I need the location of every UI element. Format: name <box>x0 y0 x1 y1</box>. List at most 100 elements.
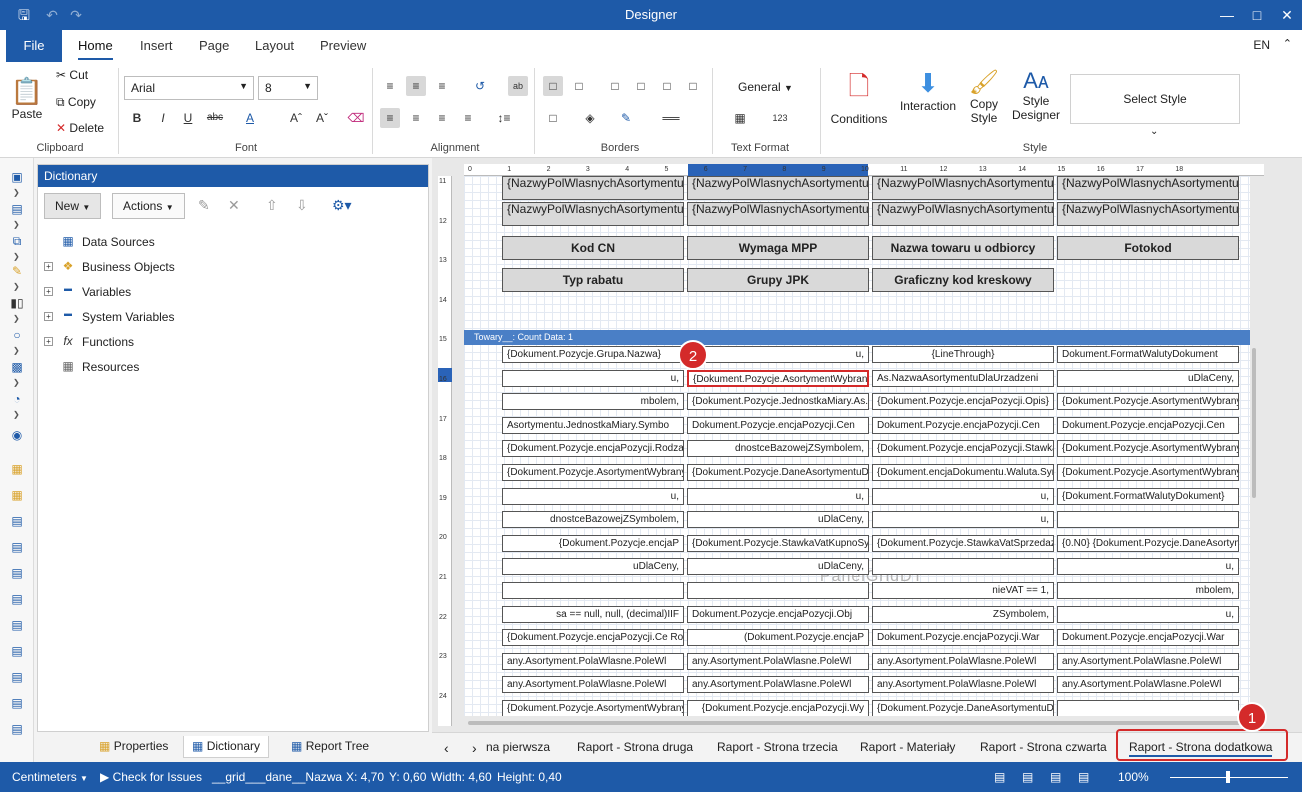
all-borders-icon[interactable]: □ <box>543 76 563 96</box>
report-data-cell[interactable]: Dokument.Pozycje.encjaPozycji.War <box>1057 629 1239 647</box>
underline-icon[interactable]: U <box>178 108 198 128</box>
report-data-cell[interactable]: Dokument.Pozycje.encjaPozycji.War <box>872 629 1054 647</box>
align-left-icon[interactable]: ≡ <box>380 108 400 128</box>
tab-insert[interactable]: Insert <box>140 38 173 53</box>
page-width-icon[interactable]: ▤ <box>994 770 1005 784</box>
multiple-pages-icon[interactable]: ▤ <box>1078 770 1089 784</box>
report-data-cell[interactable]: any.Asortyment.PolaWlasne.PoleWl <box>687 676 869 694</box>
report-data-cell[interactable]: {Dokument.Pozycje.encjaPozycji.Opis} <box>872 393 1054 411</box>
report-data-cell[interactable]: {Dokument.Pozycje.DaneAsortymentuDlaPodm… <box>872 700 1054 716</box>
border-settings-icon[interactable]: □ <box>543 108 563 128</box>
report-data-cell[interactable]: Dokument.Pozycje.encjaPozycji.Cen <box>1057 416 1239 434</box>
left-border-icon[interactable]: □ <box>605 76 625 96</box>
grow-font-icon[interactable]: Aˆ <box>286 108 306 128</box>
right-border-icon[interactable]: □ <box>657 76 677 96</box>
page-tab-czwarta[interactable]: Raport - Strona czwarta <box>980 740 1107 754</box>
scroll-left-icon[interactable]: ‹ <box>444 740 449 756</box>
report-data-cell[interactable]: Asortymentu.JednostkaMiary.Symbo <box>502 416 684 434</box>
page-tab-pierwsza[interactable]: na pierwsza <box>486 740 550 754</box>
edit-icon[interactable]: ✎ <box>198 197 210 214</box>
report-data-cell[interactable]: Dokument.FormatWalutyDokument <box>1057 346 1239 363</box>
report-data-cell[interactable]: any.Asortyment.PolaWlasne.PoleWl <box>687 652 869 670</box>
report-data-cell[interactable]: {Dokument.Pozycje.AsortymentWybrany.Symb… <box>502 464 684 481</box>
horizontal-scrollbar[interactable] <box>468 721 1248 725</box>
clear-format-icon[interactable]: ⌫ <box>346 108 366 128</box>
report-data-cell[interactable] <box>1057 511 1239 529</box>
align-center-icon[interactable]: ≡ <box>406 108 426 128</box>
bold-icon[interactable]: B <box>127 108 147 128</box>
text-tool-icon[interactable]: ✎ <box>8 264 26 280</box>
tab-page[interactable]: Page <box>199 38 229 53</box>
report-data-cell[interactable]: u, <box>502 487 684 505</box>
align-middle-icon[interactable]: ≡ <box>406 76 426 96</box>
image-tool-icon[interactable]: ▤ <box>8 696 26 712</box>
report-data-cell[interactable] <box>502 582 684 599</box>
page-height-icon[interactable]: ▤ <box>1022 770 1033 784</box>
page-tab-trzecia[interactable]: Raport - Strona trzecia <box>717 740 838 754</box>
page-tab-materialy[interactable]: Raport - Materiały <box>860 740 955 754</box>
report-data-cell[interactable]: {Dokument.Pozycje.StawkaVatKupnoSymbol} <box>687 534 869 552</box>
units-selector[interactable]: Centimeters ▼ <box>12 770 88 784</box>
band-tool-icon[interactable]: ▤ <box>8 202 26 218</box>
actions-button[interactable]: Actions ▼ <box>112 193 185 219</box>
table-tool-icon[interactable]: ▦ <box>8 462 26 478</box>
report-data-cell[interactable]: (Dokument.Pozycje.encjaP <box>687 629 869 647</box>
tab-layout[interactable]: Layout <box>255 38 294 53</box>
report-data-cell[interactable]: uDlaCeny, <box>1057 369 1239 387</box>
report-header-cell[interactable]: Graficzny kod kreskowy <box>872 268 1054 292</box>
report-data-cell[interactable]: {Dokument.Pozycje.encjaPozycji.StawkaVat… <box>872 440 1054 458</box>
report-data-cell[interactable]: any.Asortyment.PolaWlasne.PoleWl <box>872 652 1054 670</box>
expand-icon[interactable]: + <box>44 262 53 271</box>
container-tool-icon[interactable]: ▤ <box>8 592 26 608</box>
report-data-cell[interactable]: u, <box>687 346 869 363</box>
report-data-cell[interactable] <box>1057 700 1239 716</box>
report-header-cell[interactable]: {NazwyPolWlasnychAsortymentu.ElementAt(0… <box>502 176 684 200</box>
text-orientation-icon[interactable]: ab <box>508 76 528 96</box>
collapse-ribbon-icon[interactable]: ⌃ <box>1283 37 1292 50</box>
report-data-cell[interactable]: {Dokument.Pozycje.AsortymentWybrany.KodC… <box>502 700 684 716</box>
report-data-cell[interactable]: {Dokument.Pozycje.Grupa.Nazwa} <box>502 346 684 363</box>
align-bottom-icon[interactable]: ≡ <box>432 76 452 96</box>
tab-home[interactable]: Home <box>78 38 113 60</box>
align-top-icon[interactable]: ≡ <box>380 76 400 96</box>
check-issues-button[interactable]: ▶ Check for Issues <box>100 770 202 784</box>
report-data-cell[interactable]: uDlaCeny, <box>687 558 869 576</box>
report-data-cell[interactable]: sa == null, null, (decimal)IIF <box>502 605 684 623</box>
conditions-button[interactable]: 🗋 Conditions <box>828 68 890 126</box>
report-data-cell[interactable]: u, <box>502 369 684 387</box>
font-color-icon[interactable]: A <box>240 108 260 128</box>
report-header-cell[interactable]: {NazwyPolWlasnychAsortymentu.ElementAt(6… <box>872 202 1054 226</box>
calendar-tool-icon[interactable]: ▦ <box>8 488 26 504</box>
move-down-icon[interactable]: ⇩ <box>296 197 308 214</box>
font-size-combo[interactable]: 8 ▼ <box>258 76 318 100</box>
report-data-cell[interactable]: {Dokument.Pozycje.StawkaVatSprzedaz.Symb… <box>872 534 1054 552</box>
number-format-icon[interactable]: 123 <box>770 108 790 128</box>
whole-page-icon[interactable]: ▤ <box>1050 770 1061 784</box>
report-header-cell[interactable]: Kod CN <box>502 236 684 260</box>
report-data-cell[interactable]: {Dokument.Pozycje.encjaPozycji.RodzajAso… <box>502 440 684 458</box>
page-tab-druga[interactable]: Raport - Strona druga <box>577 740 693 754</box>
report-data-cell[interactable]: As.NazwaAsortymentuDlaUrzadzeni <box>872 369 1054 387</box>
data-band-header[interactable]: Towary__: Count Data: 1 <box>464 330 1250 345</box>
report-data-cell[interactable]: {Dokument.Pozycje.DaneAsortymentuDlaPodm… <box>687 464 869 481</box>
delete-icon[interactable]: ✕ <box>228 197 240 214</box>
report-data-cell[interactable]: mbolem, <box>1057 582 1239 599</box>
report-header-cell[interactable]: {NazwyPolWlasnychAsortymentu.ElementAt(5… <box>687 202 869 226</box>
border-color-icon[interactable]: ✎ <box>616 108 636 128</box>
report-header-cell[interactable]: {NazwyPolWlasnychAsortymentu.ElementAt(2… <box>872 176 1054 200</box>
report-header-cell[interactable]: Grupy JPK <box>687 268 869 292</box>
move-up-icon[interactable]: ⇧ <box>266 197 278 214</box>
gallery-expand-icon[interactable]: ⌄ <box>1150 126 1158 137</box>
report-header-cell[interactable]: Nazwa towaru u odbiorcy <box>872 236 1054 260</box>
report-data-cell[interactable]: Dokument.Pozycje.encjaPozycji.Obj <box>687 605 869 623</box>
report-data-cell[interactable]: {Dokument.Pozycje.encjaPozycji.Wy <box>687 700 869 716</box>
report-data-cell[interactable]: {Dokument.Pozycje.AsortymentWybrany.Asor… <box>1057 464 1239 481</box>
style-designer-button[interactable]: Aᴀ Style Designer <box>1010 68 1062 122</box>
font-family-combo[interactable]: Arial ▼ <box>124 76 254 100</box>
form-tool-icon[interactable]: ▤ <box>8 670 26 686</box>
copy-button[interactable]: ⧉ Copy <box>56 95 96 110</box>
paste-button[interactable]: 📋 Paste <box>10 76 44 121</box>
italic-icon[interactable]: I <box>153 108 173 128</box>
clone-tool-icon[interactable]: ▤ <box>8 618 26 634</box>
gauge-tool-icon[interactable]: ◔ <box>8 392 26 408</box>
